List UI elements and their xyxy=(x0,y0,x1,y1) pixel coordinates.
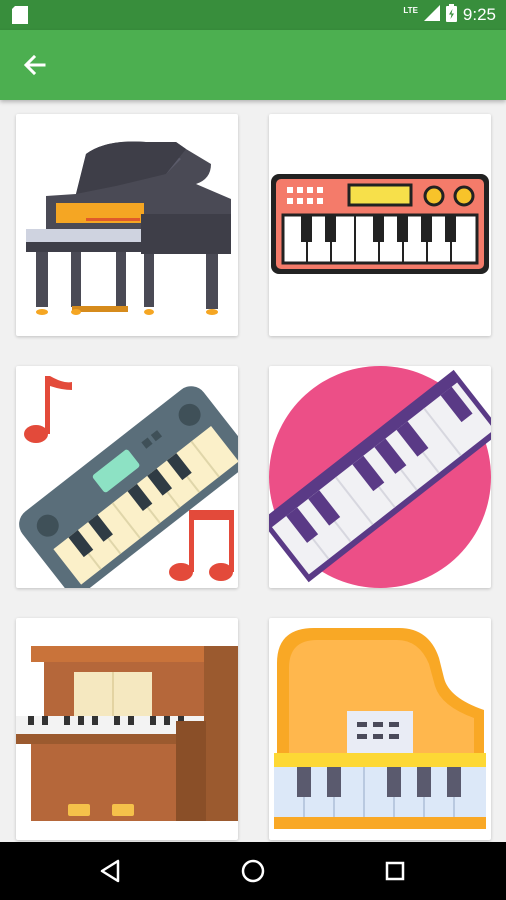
status-time: 9:25 xyxy=(462,5,496,24)
recents-square-icon xyxy=(385,861,405,881)
toy-grand-piano-icon xyxy=(274,628,486,829)
navigation-bar xyxy=(0,842,506,900)
battery-icon xyxy=(445,3,457,27)
sd-card-icon xyxy=(12,6,28,29)
keyboard-with-music-notes-icon xyxy=(19,376,238,588)
network-label: LTE xyxy=(403,5,418,15)
nav-back-button[interactable] xyxy=(94,854,128,888)
signal-icon xyxy=(423,4,440,26)
instrument-card-grand-piano[interactable] xyxy=(16,114,238,336)
instrument-card-toy-piano[interactable] xyxy=(269,618,491,840)
back-button[interactable] xyxy=(16,46,54,84)
status-icons: LTE 9:25 xyxy=(403,0,496,30)
instrument-card-synthesizer[interactable] xyxy=(269,114,491,336)
piano-keys-circle-icon xyxy=(269,366,491,588)
instrument-card-upright-piano[interactable] xyxy=(16,618,238,840)
status-bar: LTE 9:25 xyxy=(0,0,506,30)
upright-piano-icon xyxy=(16,646,238,821)
grand-piano-icon xyxy=(26,141,231,315)
home-circle-icon xyxy=(241,859,265,883)
synthesizer-keyboard-icon xyxy=(271,174,489,274)
back-triangle-icon xyxy=(100,859,120,883)
nav-home-button[interactable] xyxy=(236,854,270,888)
arrow-left-icon xyxy=(23,54,46,76)
instrument-grid xyxy=(0,100,506,842)
nav-recents-button[interactable] xyxy=(378,854,412,888)
app-bar xyxy=(0,30,506,100)
instrument-card-keyboard-notes[interactable] xyxy=(16,366,238,588)
instrument-card-piano-keys[interactable] xyxy=(269,366,491,588)
